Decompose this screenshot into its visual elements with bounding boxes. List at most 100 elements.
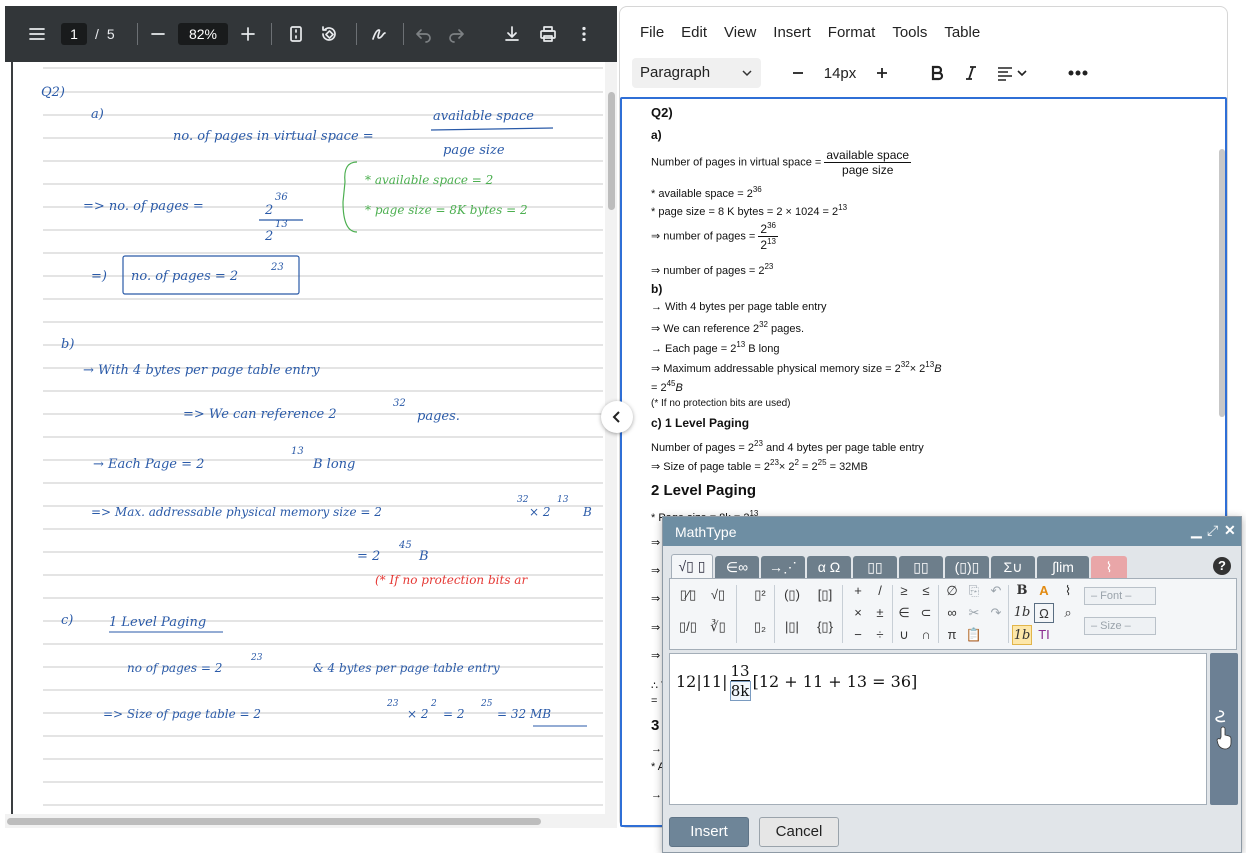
bold-button[interactable] <box>926 60 948 86</box>
times-icon[interactable]: × <box>848 603 868 623</box>
handwriting-mode-button[interactable] <box>1210 653 1238 805</box>
close-icon[interactable]: ✕ <box>1224 522 1236 539</box>
zoom-value[interactable]: 82% <box>178 23 228 45</box>
bold-icon[interactable]: B <box>1012 581 1032 601</box>
fraction-icon[interactable]: ▯⁄▯ <box>678 585 698 605</box>
pi-icon[interactable]: π <box>942 625 962 645</box>
scrollbar-thumb[interactable] <box>7 818 541 825</box>
text-color-icon[interactable]: A <box>1034 581 1054 601</box>
editor-menubar: File Edit View Insert Format Tools Table <box>640 24 997 41</box>
paste-icon[interactable]: 📋 <box>964 625 984 645</box>
more-options-icon[interactable] <box>573 20 595 48</box>
tab-calculus[interactable]: ∫lim <box>1037 556 1089 578</box>
exponent: 23 <box>754 439 763 448</box>
minus-icon[interactable]: − <box>848 625 868 645</box>
zoom-in-button[interactable] <box>237 20 259 48</box>
block-format-select[interactable]: Paragraph <box>632 58 761 88</box>
parentheses-icon[interactable]: (▯) <box>782 585 802 605</box>
numerator: 236 <box>758 221 778 237</box>
tab-brackets[interactable]: (▯)▯ <box>945 556 989 578</box>
handwriting-icon[interactable]: ⌇ <box>1058 581 1078 601</box>
cut-icon[interactable]: ✂ <box>964 603 984 623</box>
menu-view[interactable]: View <box>724 24 756 41</box>
text-mode-icon[interactable]: TI <box>1034 625 1054 645</box>
collapse-panel-button[interactable] <box>601 401 633 433</box>
page-number-input[interactable]: 1 <box>61 23 87 45</box>
tab-scripts[interactable]: ▯▯ <box>899 556 943 578</box>
help-icon[interactable]: ? <box>1213 557 1231 575</box>
hw-line: 36 <box>275 192 288 203</box>
absolute-value-icon[interactable]: |▯| <box>782 617 802 637</box>
menu-insert[interactable]: Insert <box>773 24 811 41</box>
greater-equal-icon[interactable]: ≥ <box>894 581 914 601</box>
bevelled-fraction-icon[interactable]: ▯/▯ <box>678 617 698 637</box>
increase-font-size-button[interactable] <box>872 60 892 86</box>
nth-root-icon[interactable]: ∛▯ <box>708 617 728 637</box>
italic-button[interactable] <box>960 60 982 86</box>
maximize-icon[interactable]: ⤢ <box>1207 522 1218 539</box>
subscript-icon[interactable]: ▯₂ <box>750 617 770 637</box>
plus-icon[interactable]: + <box>848 581 868 601</box>
braces-icon[interactable]: {▯} <box>815 617 835 637</box>
square-brackets-icon[interactable]: [▯] <box>815 585 835 605</box>
italic-icon[interactable]: 1b <box>1012 603 1032 623</box>
subset-icon[interactable]: ⊂ <box>916 603 936 623</box>
size-dropdown[interactable]: – Size – <box>1084 617 1156 635</box>
menu-table[interactable]: Table <box>944 24 980 41</box>
rotate-icon[interactable] <box>317 20 341 48</box>
zoom-out-button[interactable] <box>147 20 169 48</box>
tab-big-operators[interactable]: Σ∪ <box>991 556 1035 578</box>
redo-icon[interactable]: ↷ <box>986 603 1006 623</box>
tab-matrices[interactable]: ▯▯ <box>853 556 897 578</box>
zoom-level[interactable]: 82% <box>178 20 228 48</box>
slash-icon[interactable]: / <box>870 581 890 601</box>
math-mode-icon[interactable]: 1b <box>1012 625 1032 645</box>
plus-minus-icon[interactable]: ± <box>870 603 890 623</box>
copy-icon[interactable]: ⎘ <box>964 581 984 601</box>
element-of-icon[interactable]: ∈ <box>894 603 914 623</box>
insert-button[interactable]: Insert <box>669 817 749 847</box>
superscript-icon[interactable]: ▯² <box>750 585 770 605</box>
pdf-horizontal-scrollbar[interactable] <box>5 814 617 828</box>
tab-symbols[interactable]: ∈∞ <box>715 556 759 578</box>
empty-set-icon[interactable]: ∅ <box>942 581 962 601</box>
less-equal-icon[interactable]: ≤ <box>916 581 936 601</box>
tab-arrows[interactable]: →⋰ <box>761 556 805 578</box>
formula-denominator[interactable]: 8k <box>729 681 751 701</box>
mathtype-titlebar[interactable]: MathType ▁ ⤢ ✕ <box>663 517 1241 546</box>
formula-icon[interactable]: ⌕ <box>1058 603 1078 623</box>
decrease-font-size-button[interactable] <box>788 60 808 86</box>
annotate-pen-icon[interactable] <box>367 20 391 48</box>
tab-greek[interactable]: α Ω <box>807 556 851 578</box>
print-icon[interactable] <box>537 20 559 48</box>
align-dropdown-button[interactable] <box>994 60 1032 86</box>
redo-icon[interactable] <box>445 20 467 48</box>
menu-format[interactable]: Format <box>828 24 876 41</box>
tab-general[interactable]: √▯ ▯ <box>671 554 713 579</box>
infinity-icon[interactable]: ∞ <box>942 603 962 623</box>
pdf-vertical-scrollbar[interactable] <box>605 62 617 822</box>
tab-chemistry[interactable]: ⌇ <box>1091 556 1127 578</box>
scrollbar-thumb[interactable] <box>608 92 615 210</box>
formula-input-area[interactable]: 12|11| 13 8k [12 + 11 + 13 = 36] <box>669 653 1207 805</box>
menu-edit[interactable]: Edit <box>681 24 707 41</box>
menu-file[interactable]: File <box>640 24 664 41</box>
divide-icon[interactable]: ÷ <box>870 625 890 645</box>
download-icon[interactable] <box>501 20 523 48</box>
minimize-icon[interactable]: ▁ <box>1191 522 1202 539</box>
scrollbar-thumb[interactable] <box>1219 149 1225 417</box>
font-size-input[interactable]: 14px <box>818 60 862 86</box>
fit-page-icon[interactable] <box>285 20 307 48</box>
intersection-icon[interactable]: ∩ <box>916 625 936 645</box>
menu-tools[interactable]: Tools <box>892 24 927 41</box>
formula-numerator: 13 <box>730 662 750 681</box>
menu-icon[interactable] <box>25 20 49 48</box>
special-chars-icon[interactable]: Ω <box>1034 603 1054 623</box>
undo-icon[interactable] <box>413 20 435 48</box>
union-icon[interactable]: ∪ <box>894 625 914 645</box>
cancel-button[interactable]: Cancel <box>759 817 839 847</box>
more-toolbar-button[interactable] <box>1066 60 1090 86</box>
font-dropdown[interactable]: – Font – <box>1084 587 1156 605</box>
undo-icon[interactable]: ↶ <box>986 581 1006 601</box>
sqrt-icon[interactable]: √▯ <box>708 585 728 605</box>
